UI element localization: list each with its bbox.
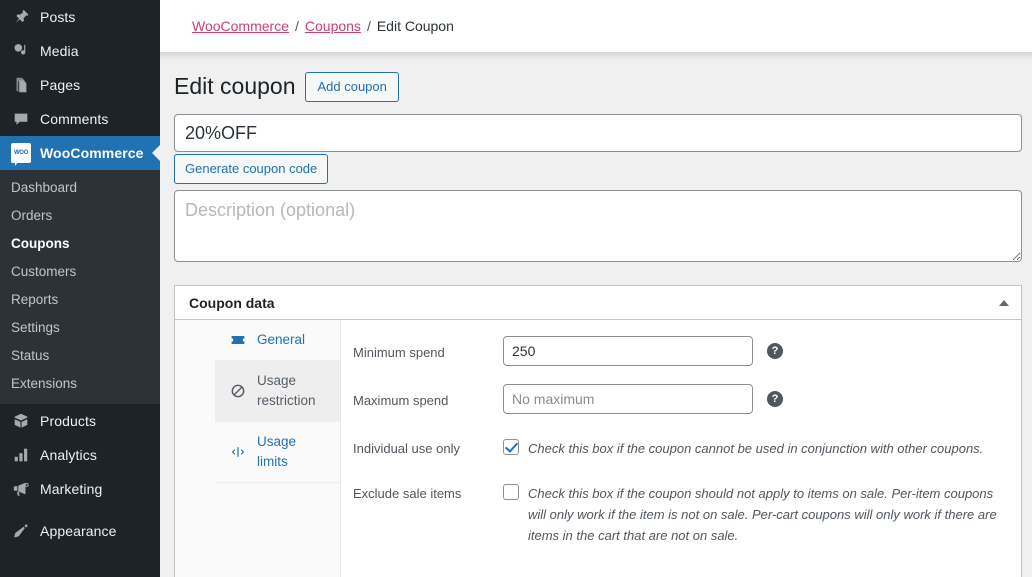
admin-sidebar: Posts Media Pages Comments WOO WooCommer…	[0, 0, 160, 577]
breadcrumb: WooCommerce / Coupons / Edit Coupon	[160, 0, 1032, 52]
sidebar-item-label: Products	[40, 413, 97, 429]
minimum-spend-row: Minimum spend ?	[341, 336, 1007, 366]
tab-general[interactable]: General	[215, 320, 340, 361]
maximum-spend-input[interactable]	[503, 384, 753, 414]
sidebar-item-label: Analytics	[40, 447, 97, 463]
tab-usage-limits[interactable]: Usage limits	[215, 422, 340, 483]
sidebar-item-label: Comments	[40, 111, 109, 127]
sidebar-item-label: Posts	[40, 9, 76, 25]
submenu-item-customers[interactable]: Customers	[0, 258, 160, 286]
sidebar-item-media[interactable]: Media	[0, 34, 160, 68]
generate-coupon-code-button[interactable]: Generate coupon code	[174, 154, 329, 184]
tab-label: Usage limits	[257, 434, 297, 469]
products-box-icon	[11, 411, 31, 431]
question-mark-icon[interactable]: ?	[767, 391, 783, 407]
minimum-spend-label: Minimum spend	[353, 345, 445, 360]
coupon-data-panel-body: General Usage restriction Usage limits M…	[175, 320, 1021, 577]
submenu-item-status[interactable]: Status	[0, 342, 160, 370]
pin-icon	[11, 7, 31, 27]
coupon-data-tabs: General Usage restriction Usage limits	[175, 320, 341, 577]
sidebar-item-pages[interactable]: Pages	[0, 68, 160, 102]
chevron-up-icon[interactable]	[999, 299, 1009, 306]
main-content-area: WooCommerce / Coupons / Edit Coupon Edit…	[160, 0, 1032, 577]
ban-icon	[229, 382, 247, 400]
coupon-description-input[interactable]	[174, 190, 1022, 262]
media-icon	[11, 41, 31, 61]
limit-icon	[229, 443, 247, 461]
exclude-sale-items-checkbox[interactable]	[503, 484, 519, 500]
coupon-data-panel-header[interactable]: Coupon data	[175, 286, 1021, 320]
sidebar-item-label: Pages	[40, 77, 81, 93]
panel-title: Coupon data	[189, 294, 275, 311]
individual-use-only-checkbox[interactable]	[503, 439, 519, 455]
minimum-spend-input[interactable]	[503, 336, 753, 366]
sidebar-item-label: Marketing	[40, 481, 103, 497]
wordpress-admin-screen: Posts Media Pages Comments WOO WooCommer…	[0, 0, 1032, 577]
submenu-item-extensions[interactable]: Extensions	[0, 370, 160, 398]
submenu-item-dashboard[interactable]: Dashboard	[0, 174, 160, 202]
sidebar-item-woocommerce[interactable]: WOO WooCommerce	[0, 136, 160, 170]
generate-coupon-row: Generate coupon code	[174, 154, 1022, 184]
breadcrumb-separator: /	[295, 18, 299, 34]
page-content: Edit coupon Add coupon Generate coupon c…	[160, 52, 1032, 577]
breadcrumb-current-page: Edit Coupon	[376, 18, 454, 34]
sidebar-item-comments[interactable]: Comments	[0, 102, 160, 136]
submenu-item-settings[interactable]: Settings	[0, 314, 160, 342]
submenu-item-reports[interactable]: Reports	[0, 286, 160, 314]
add-coupon-button[interactable]: Add coupon	[305, 72, 399, 102]
exclude-sale-items-label: Exclude sale items	[353, 486, 462, 501]
sidebar-item-products[interactable]: Products	[0, 404, 160, 438]
sidebar-item-label: WooCommerce	[40, 145, 144, 161]
breadcrumb-separator: /	[366, 18, 371, 34]
page-title-row: Edit coupon Add coupon	[174, 64, 1022, 114]
paintbrush-icon	[11, 521, 31, 541]
tab-usage-restriction[interactable]: Usage restriction	[215, 361, 340, 422]
woocommerce-icon: WOO	[11, 143, 31, 166]
megaphone-icon	[11, 479, 31, 499]
exclude-sale-items-description: Check this box if the coupon should not …	[528, 486, 997, 543]
exclude-sale-items-row: Exclude sale items Check this box if the…	[341, 477, 1007, 546]
woo-badge-label: WOO	[13, 150, 29, 156]
page-title: Edit coupon	[174, 73, 296, 100]
sidebar-item-marketing[interactable]: Marketing	[0, 472, 160, 506]
sidebar-item-posts[interactable]: Posts	[0, 0, 160, 34]
comment-icon	[11, 109, 31, 129]
question-mark-icon[interactable]: ?	[767, 343, 783, 359]
breadcrumb-link-woocommerce[interactable]: WooCommerce	[192, 18, 289, 34]
usage-restriction-panel: Minimum spend ? Maximum spend ?	[341, 320, 1021, 577]
tab-label: General	[257, 332, 306, 347]
submenu-item-coupons[interactable]: Coupons	[0, 230, 160, 258]
individual-use-only-description: Check this box if the coupon cannot be u…	[528, 441, 984, 456]
pages-icon	[11, 75, 31, 95]
woocommerce-submenu: Dashboard Orders Coupons Customers Repor…	[0, 170, 160, 404]
coupon-data-panel: Coupon data General Usage restriction Us…	[174, 285, 1022, 577]
coupon-code-input[interactable]	[174, 114, 1022, 152]
sidebar-item-label: Media	[40, 43, 79, 59]
bar-chart-icon	[11, 445, 31, 465]
individual-use-only-label: Individual use only	[353, 441, 460, 456]
maximum-spend-label: Maximum spend	[353, 393, 449, 408]
ticket-icon	[229, 331, 247, 349]
submenu-item-orders[interactable]: Orders	[0, 202, 160, 230]
sidebar-item-analytics[interactable]: Analytics	[0, 438, 160, 472]
sidebar-item-appearance[interactable]: Appearance	[0, 514, 160, 548]
tab-label: Usage restriction	[257, 373, 316, 408]
individual-use-only-row: Individual use only Check this box if th…	[341, 432, 1007, 459]
breadcrumb-link-coupons[interactable]: Coupons	[305, 18, 361, 34]
maximum-spend-row: Maximum spend ?	[341, 384, 1007, 414]
sidebar-item-label: Appearance	[40, 523, 117, 539]
